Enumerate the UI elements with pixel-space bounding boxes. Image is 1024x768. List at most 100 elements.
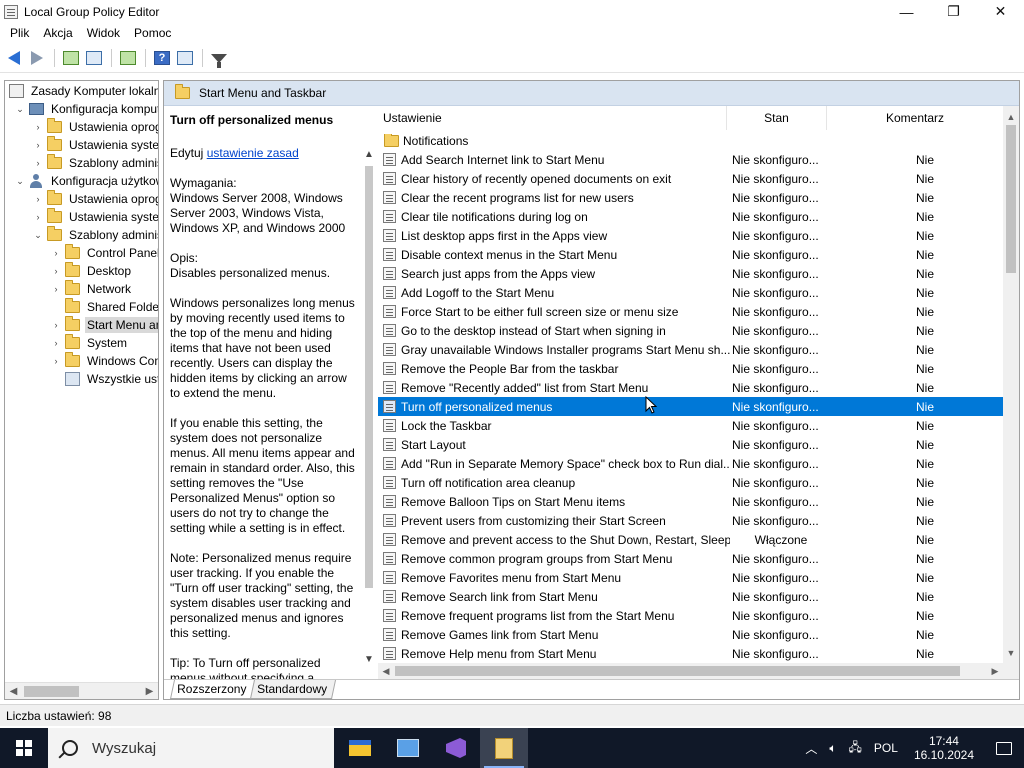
table-row[interactable]: Remove Games link from Start Menu Nie sko… xyxy=(378,625,1003,644)
taskbar-file-explorer[interactable] xyxy=(336,728,384,768)
network-icon[interactable]: 🖧︎ xyxy=(843,728,868,768)
expand-chevron-icon[interactable]: › xyxy=(51,356,61,366)
expand-chevron-icon[interactable]: › xyxy=(33,122,43,132)
list-folder-row[interactable]: Notifications xyxy=(378,131,1003,150)
tab-extended[interactable]: Rozszerzony xyxy=(169,680,256,699)
scroll-right-icon[interactable]: ▶ xyxy=(141,683,158,700)
volume-muted-icon[interactable]: 🔈︎ xyxy=(823,728,842,768)
table-row[interactable]: Turn off notification area cleanup Nie sk… xyxy=(378,473,1003,492)
table-row[interactable]: Prevent users from customizing their Sta… xyxy=(378,511,1003,530)
back-button[interactable] xyxy=(3,47,25,69)
tree-item[interactable]: › Szablony administracyjne xyxy=(33,154,158,172)
table-row[interactable]: Clear history of recently opened documen… xyxy=(378,169,1003,188)
scroll-right-icon[interactable]: ▶ xyxy=(987,663,1003,679)
collapse-chevron-icon[interactable]: ⌄ xyxy=(15,176,25,186)
tree-item[interactable]: › Ustawienia oprogramowania xyxy=(33,190,158,208)
scroll-left-icon[interactable]: ◀ xyxy=(378,663,394,679)
properties-button[interactable] xyxy=(174,47,196,69)
tree-item[interactable]: Shared Folders xyxy=(51,298,158,316)
tree-item[interactable]: Zasady Komputer lokalny xyxy=(9,82,158,100)
tree-item[interactable]: › Network xyxy=(51,280,133,298)
table-row[interactable]: Add "Run in Separate Memory Space" check… xyxy=(378,454,1003,473)
description-scroll-thumb[interactable] xyxy=(365,166,373,588)
help-button[interactable]: ? xyxy=(151,47,173,69)
tree-item[interactable]: › Start Menu and Taskbar xyxy=(51,316,158,334)
list-horizontal-scrollbar[interactable]: ◀ ▶ xyxy=(378,663,1019,679)
scroll-up-icon[interactable]: ▲ xyxy=(1003,109,1019,125)
table-row[interactable]: Turn off personalized menus Nie skonfigur… xyxy=(378,397,1003,416)
column-header-state[interactable]: Stan xyxy=(727,106,827,130)
tree-item[interactable]: ⌄ Szablony administracyjne xyxy=(33,226,158,244)
expand-chevron-icon[interactable]: › xyxy=(51,338,61,348)
tab-standard[interactable]: Standardowy xyxy=(250,680,337,699)
table-row[interactable]: Add Search Internet link to Start Menu Ni… xyxy=(378,150,1003,169)
table-row[interactable]: Disable context menus in the Start Menu N… xyxy=(378,245,1003,264)
table-row[interactable]: Remove common program groups from Start … xyxy=(378,549,1003,568)
expand-chevron-icon[interactable]: › xyxy=(33,194,43,204)
table-row[interactable]: Force Start to be either full screen siz… xyxy=(378,302,1003,321)
expand-chevron-icon[interactable]: › xyxy=(51,284,61,294)
forward-button[interactable] xyxy=(26,47,48,69)
table-row[interactable]: Remove the People Bar from the taskbar Ni… xyxy=(378,359,1003,378)
show-hide-tree-button[interactable] xyxy=(83,47,105,69)
tree-item[interactable]: › Windows Components xyxy=(51,352,158,370)
menu-action[interactable]: Akcja xyxy=(36,23,79,44)
scroll-down-icon[interactable]: ▼ xyxy=(361,651,377,667)
table-row[interactable]: Remove frequent programs list from the S… xyxy=(378,606,1003,625)
table-row[interactable]: Clear tile notifications during log on Ni… xyxy=(378,207,1003,226)
filter-button[interactable] xyxy=(208,47,230,69)
scroll-up-icon[interactable]: ▲ xyxy=(361,146,377,162)
tree-item[interactable]: › System xyxy=(51,334,129,352)
taskbar-policy-editor[interactable] xyxy=(480,728,528,768)
menu-help[interactable]: Pomoc xyxy=(127,23,178,44)
language-indicator[interactable]: POL xyxy=(868,728,904,768)
tree-item[interactable]: ⌄ Konfiguracja użytkownika xyxy=(15,172,158,190)
expand-chevron-icon[interactable]: › xyxy=(33,158,43,168)
taskbar-control-panel[interactable] xyxy=(384,728,432,768)
tree-item[interactable]: › Control Panel xyxy=(51,244,158,262)
minimize-button[interactable]: — xyxy=(883,0,930,23)
table-row[interactable]: List desktop apps first in the Apps view… xyxy=(378,226,1003,245)
expand-chevron-icon[interactable] xyxy=(51,374,61,384)
start-button[interactable] xyxy=(0,728,48,768)
column-header-setting[interactable]: Ustawienie xyxy=(378,106,727,130)
tree-item[interactable]: › Ustawienia systemu Windows xyxy=(33,136,158,154)
tree-item[interactable]: Wszystkie ustawienia xyxy=(51,370,158,388)
table-row[interactable]: Remove Balloon Tips on Start Menu items N… xyxy=(378,492,1003,511)
table-row[interactable]: Lock the Taskbar Nie skonfiguro... Nie xyxy=(378,416,1003,435)
close-button[interactable]: ✕ xyxy=(977,0,1024,23)
list-hscroll-thumb[interactable] xyxy=(395,666,960,676)
expand-chevron-icon[interactable] xyxy=(51,302,61,312)
table-row[interactable]: Remove "Recently added" list from Start … xyxy=(378,378,1003,397)
tree-item[interactable]: › Desktop xyxy=(51,262,133,280)
clock[interactable]: 17:44 16.10.2024 xyxy=(904,734,984,762)
table-row[interactable]: Start Layout Nie skonfiguro... Nie xyxy=(378,435,1003,454)
table-row[interactable]: Add Logoff to the Start Menu Nie skonfigu… xyxy=(378,283,1003,302)
menu-view[interactable]: Widok xyxy=(80,23,127,44)
taskbar-search[interactable]: Wyszukaj xyxy=(48,728,334,768)
table-row[interactable]: Remove Favorites menu from Start Menu Nie… xyxy=(378,568,1003,587)
notification-center-button[interactable] xyxy=(984,728,1024,768)
collapse-chevron-icon[interactable]: ⌄ xyxy=(15,104,25,114)
table-row[interactable]: Search just apps from the Apps view Nie s… xyxy=(378,264,1003,283)
tree-item[interactable]: ⌄ Konfiguracja komputera xyxy=(15,100,158,118)
menu-file[interactable]: Plik xyxy=(3,23,36,44)
table-row[interactable]: Go to the desktop instead of Start when … xyxy=(378,321,1003,340)
table-row[interactable]: Remove and prevent access to the Shut Do… xyxy=(378,530,1003,549)
column-header-comment[interactable]: Komentarz xyxy=(827,106,1003,130)
table-row[interactable]: Remove Search link from Start Menu Nie sk… xyxy=(378,587,1003,606)
edit-policy-link[interactable]: ustawienie zasad xyxy=(207,146,299,160)
tree-item[interactable]: › Ustawienia systemu Windows xyxy=(33,208,158,226)
maximize-button[interactable]: ❐ xyxy=(930,0,977,23)
scroll-left-icon[interactable]: ◀ xyxy=(5,683,22,700)
tree-item[interactable]: › Ustawienia oprogramowania xyxy=(33,118,158,136)
collapse-chevron-icon[interactable]: ⌄ xyxy=(33,230,43,240)
description-scrollbar[interactable]: ▲ ▼ xyxy=(361,106,377,679)
taskbar-visual-studio[interactable] xyxy=(432,728,480,768)
list-scroll-thumb[interactable] xyxy=(1006,125,1016,273)
up-level-button[interactable] xyxy=(60,47,82,69)
table-row[interactable]: Clear the recent programs list for new u… xyxy=(378,188,1003,207)
expand-chevron-icon[interactable]: › xyxy=(33,140,43,150)
show-hidden-icons-chevron-icon[interactable]: ︿ xyxy=(799,728,823,768)
export-list-button[interactable] xyxy=(117,47,139,69)
